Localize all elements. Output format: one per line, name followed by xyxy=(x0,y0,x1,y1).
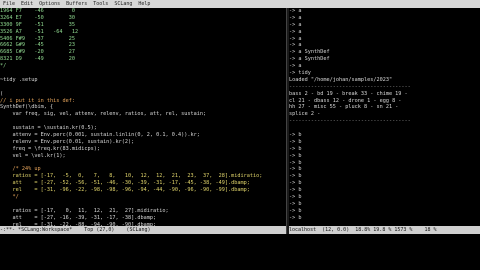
code-line: freq = \freq.kr(83.midicps); xyxy=(0,145,100,152)
code-line: 6662 G#9 -45 23 xyxy=(0,42,75,49)
code-line: 5406 F#9 -37 25 xyxy=(0,35,75,42)
menu-item-edit[interactable]: Edit xyxy=(21,0,33,8)
code-line: relenv = Env.perc(0.01, sustain).kr(2); xyxy=(0,138,135,145)
post-line: bass 2 - bd 19 - break 33 - chime 19 - xyxy=(289,90,408,97)
post-line: -> a xyxy=(289,21,302,28)
post-line: cl 21 - dbass 12 - drone 1 - egg 8 - xyxy=(289,97,402,104)
code-line: /* 24% up xyxy=(0,166,41,173)
menu-item-file[interactable]: File xyxy=(3,0,15,8)
code-line: var freq, sig, vel, attenv, relenv, rati… xyxy=(0,111,207,118)
post-line: -> a xyxy=(289,14,302,21)
code-line: att = [-27, -16, -39, -31, -17, -38].dba… xyxy=(0,214,157,221)
post-line: -> tidy xyxy=(289,70,311,77)
code-line: 6685 C#9 -20 27 xyxy=(0,49,75,56)
code-line: 3264 E7 -50 30 xyxy=(0,14,75,21)
post-modeline: localhost (12, 0.0) 18.8% 19.8 % 1573 % … xyxy=(289,226,480,234)
code-line: 8321 D9 -49 20 xyxy=(0,56,75,63)
code-line: att = [-27, -52, -56, -51, -46, -30, -39… xyxy=(0,180,250,187)
post-line: -> b xyxy=(289,152,302,159)
post-line: -> b xyxy=(289,138,302,145)
post-line: -> b xyxy=(289,187,302,194)
code-editor-pane[interactable]: 1964 F7 -46 0 3264 E7 -50 30 3300 9F -51 3… xyxy=(0,8,286,226)
menu-item-tools[interactable]: Tools xyxy=(93,0,108,8)
post-line: hh 27 - misc 55 - pluck 8 - sn 21 - xyxy=(289,104,399,111)
minibuffer[interactable] xyxy=(0,234,480,270)
code-line: attenv = Env.perc(0.001, sustain.linlin(… xyxy=(0,132,200,139)
post-line: -> b xyxy=(289,145,302,152)
post-line: -> b xyxy=(289,207,302,214)
code-line: vel = \vel.kr(1); xyxy=(0,152,66,159)
post-line: -> b xyxy=(289,132,302,139)
post-line: -> b xyxy=(289,200,302,207)
code-line: ( xyxy=(0,90,4,97)
post-line: -> b xyxy=(289,166,302,173)
post-line: -> a xyxy=(289,8,302,14)
code-line: 1964 F7 -46 0 xyxy=(0,8,75,14)
code-line: ~tidy .setup xyxy=(0,76,38,83)
post-line: -> b xyxy=(289,214,302,221)
code-line: ratios = [-17, -5, 0, 7, 8, 10, 12, 12, … xyxy=(0,173,263,180)
code-line: 3526 A7 -51 -64 12 xyxy=(0,28,79,35)
menu-item-buffers[interactable]: Buffers xyxy=(66,0,87,8)
code-line: */ xyxy=(0,63,7,70)
menu-bar: File Edit Options Buffers Tools SCLang Help xyxy=(0,0,480,8)
post-line: -> b xyxy=(289,194,302,201)
post-line: -> a SynthDef xyxy=(289,49,330,56)
code-line: // i put it in this def: xyxy=(0,97,75,104)
code-line: sustain = \sustain.kr(0.5); xyxy=(0,125,97,132)
menu-item-help[interactable]: Help xyxy=(138,0,150,8)
post-line: -> a xyxy=(289,63,302,70)
post-line: -> b xyxy=(289,173,302,180)
post-line: -> b xyxy=(289,180,302,187)
post-line: -> a xyxy=(289,42,302,49)
code-line: rel = [-31, -96, -22, -98, -98, -96, -94… xyxy=(0,187,250,194)
post-window-pane[interactable]: -> a -> a -> a -> a -> a -> a -> a SynthDef -> … xyxy=(289,8,480,226)
post-line: -> a SynthDef xyxy=(289,56,330,63)
editor-modeline: -:**- *SCLang:Workspace* Top (27,0) (SCL… xyxy=(0,226,286,234)
menu-item-sclang[interactable]: SCLang xyxy=(114,0,132,8)
post-line: -> a xyxy=(289,35,302,42)
post-line xyxy=(289,125,480,132)
code-line: ratios = [-17, 0, 11, 12, 21, 27].midira… xyxy=(0,207,169,214)
code-line: */ xyxy=(0,194,19,201)
code-line: 3300 9F -51 35 xyxy=(0,21,75,28)
post-line: -> b xyxy=(289,159,302,166)
screen: File Edit Options Buffers Tools SCLang Help 19… xyxy=(0,0,480,270)
post-line: -> a xyxy=(289,28,302,35)
post-line: Loaded "/home/johan/samples/2023" xyxy=(289,76,393,83)
post-line: --------------------------------------- xyxy=(289,83,411,90)
post-line: splice 2 - xyxy=(289,111,321,118)
post-line: --------------------------------------- xyxy=(289,118,411,125)
menu-item-options[interactable]: Options xyxy=(39,0,60,8)
code-line: SynthDef(\dbim, { xyxy=(0,104,54,111)
